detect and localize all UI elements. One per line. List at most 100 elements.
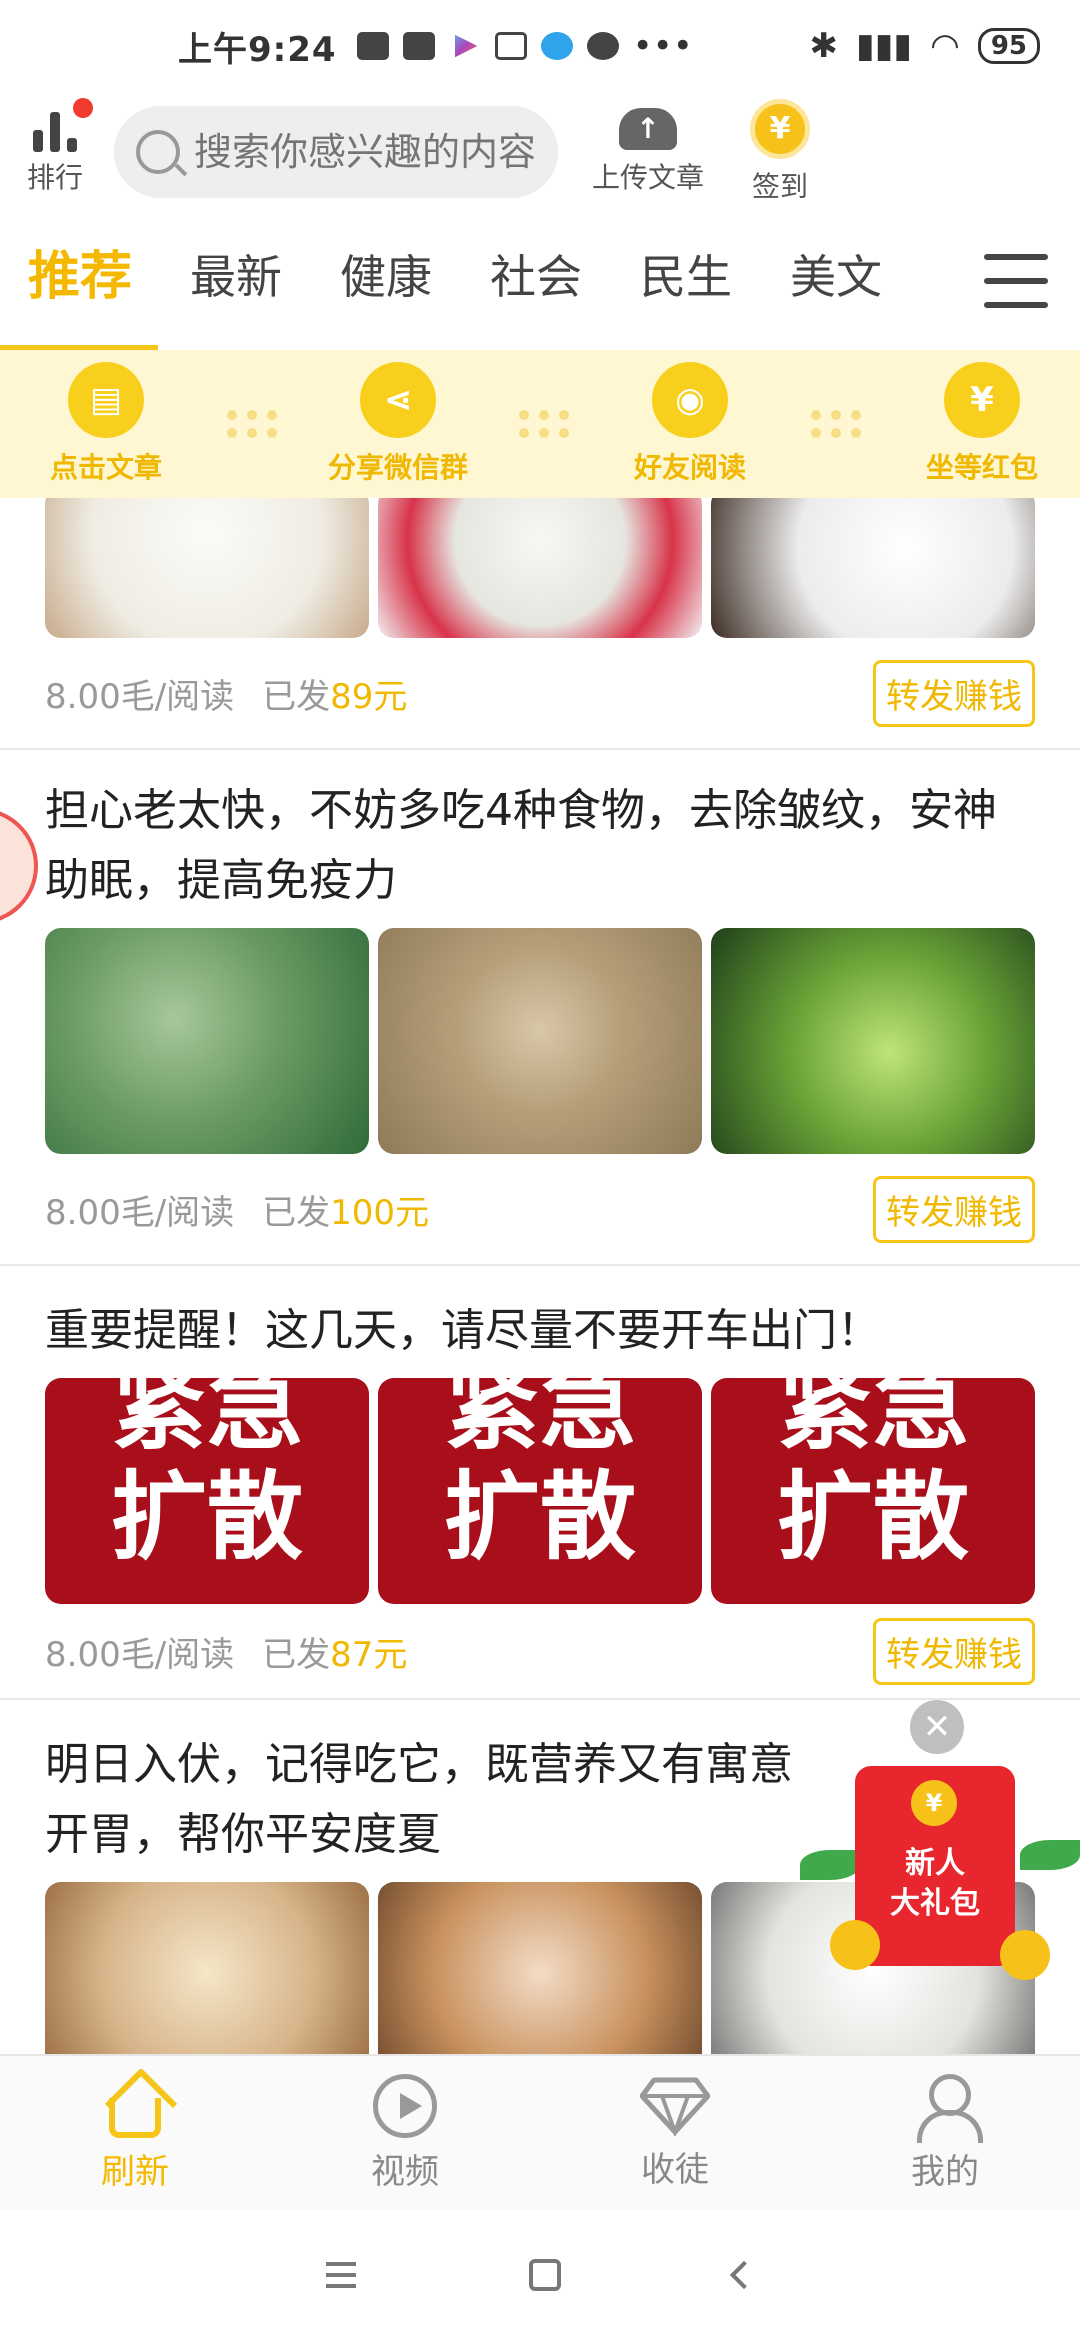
step-label: 分享微信群 xyxy=(328,451,469,484)
article-image xyxy=(378,928,702,1154)
upload-article-button[interactable]: 上传文章 xyxy=(570,108,726,196)
search-input[interactable] xyxy=(194,130,534,174)
signin-label: 签到 xyxy=(751,170,808,203)
article-image xyxy=(711,498,1035,638)
step-label: 好友阅读 xyxy=(633,451,746,484)
app-notification-icon xyxy=(540,32,573,60)
article-image xyxy=(378,498,702,638)
nav-refresh[interactable]: 刷新 xyxy=(35,2068,235,2193)
read-rate: 8.00毛/阅读 xyxy=(45,1634,235,1675)
dots-separator xyxy=(514,410,574,438)
nav-mine[interactable]: 我的 xyxy=(845,2073,1045,2193)
gift-line1: 新人 xyxy=(905,1846,965,1881)
share-earn-button[interactable]: 转发赚钱 xyxy=(873,1175,1035,1243)
play-store-icon xyxy=(454,34,478,58)
sent-total: 已发100元 xyxy=(262,1192,430,1233)
bluetooth-icon: ✱ xyxy=(809,26,839,66)
read-rate: 8.00毛/阅读 xyxy=(45,1192,235,1233)
article-image xyxy=(45,1882,369,2054)
step-click-article: ▤ 点击文章 xyxy=(36,362,176,486)
article-images xyxy=(45,498,1035,638)
sent-amount: 89元 xyxy=(330,676,408,717)
recent-apps-icon[interactable] xyxy=(326,2262,357,2288)
signin-button[interactable]: ¥ 签到 xyxy=(740,99,820,205)
article-image xyxy=(711,928,1035,1154)
nav-label: 刷新 xyxy=(101,2151,169,2192)
gold-coin-icon xyxy=(1000,1930,1050,1980)
system-navigation-bar xyxy=(0,2210,1080,2340)
article-image xyxy=(45,928,369,1154)
close-icon[interactable]: ✕ xyxy=(910,1700,964,1754)
article-image xyxy=(378,1882,702,2054)
rank-label: 排行 xyxy=(26,161,83,194)
coin-icon: ¥ xyxy=(750,99,810,159)
article-title[interactable]: 重要提醒！这几天，请尽量不要开车出门！ xyxy=(45,1266,1035,1366)
article-image xyxy=(45,498,369,638)
search-icon xyxy=(136,130,180,174)
diamond-icon xyxy=(639,2076,711,2138)
dots-separator xyxy=(806,410,866,438)
step-red-envelope: ¥ 坐等红包 xyxy=(912,362,1052,486)
eye-icon: ◉ xyxy=(652,362,728,438)
app-header: 排行 上传文章 ¥ 签到 xyxy=(0,92,1080,212)
nav-label: 我的 xyxy=(911,2151,979,2192)
step-friends-read: ◉ 好友阅读 xyxy=(620,362,760,486)
article-title[interactable]: 担心老太快，不妨多吃4种食物，去除皱纹，安神助眠，提高免疫力 xyxy=(45,750,1035,916)
tab-latest[interactable]: 最新 xyxy=(190,212,282,350)
article-image: 紧急 扩散 xyxy=(45,1378,369,1604)
home-button-icon[interactable] xyxy=(528,2259,561,2291)
rank-button[interactable]: 排行 xyxy=(22,98,93,196)
article-meta: 8.00毛/阅读 已发89元 转发赚钱 xyxy=(45,638,1035,748)
play-icon xyxy=(373,2073,437,2138)
sent-amount: 100元 xyxy=(330,1192,430,1233)
article-title[interactable]: 明日入伏，记得吃它，既营养又有寓意开胃，帮你平安度夏 xyxy=(45,1700,825,1870)
category-tabs: 推荐 最新 健康 社会 民生 美文 xyxy=(0,212,1080,350)
notification-dot xyxy=(73,98,93,118)
more-notifications-icon: ••• xyxy=(632,26,693,66)
article-card[interactable]: 8.00毛/阅读 已发89元 转发赚钱 xyxy=(0,498,1080,750)
read-rate: 8.00毛/阅读 xyxy=(45,676,235,717)
wifi-icon: ◠ xyxy=(930,26,960,66)
bottom-navigation: 刷新 视频 收徒 我的 xyxy=(0,2054,1080,2210)
sent-total: 已发87元 xyxy=(262,1634,408,1675)
article-card[interactable]: 担心老太快，不妨多吃4种食物，去除皱纹，安神助眠，提高免疫力 8.00毛/阅读 … xyxy=(0,750,1080,1266)
share-earn-button[interactable]: 转发赚钱 xyxy=(873,659,1035,727)
article-meta: 8.00毛/阅读 已发100元 转发赚钱 xyxy=(45,1154,1035,1264)
user-icon xyxy=(913,2073,983,2143)
tab-health[interactable]: 健康 xyxy=(340,212,432,350)
red-envelope-icon: ¥ xyxy=(944,362,1020,438)
new-user-gift-widget[interactable]: ✕ ¥ 新人 大礼包 xyxy=(800,1700,1080,2010)
home-icon xyxy=(105,2068,177,2138)
share-earn-button[interactable]: 转发赚钱 xyxy=(873,1617,1035,1685)
earning-steps-banner: ▤ 点击文章 ⋖ 分享微信群 ◉ 好友阅读 ¥ 坐等红包 xyxy=(0,350,1080,498)
status-time: 上午9:24 xyxy=(178,29,337,70)
message-icon xyxy=(356,32,389,60)
battery-icon: 95 xyxy=(977,28,1040,64)
bar-chart-icon xyxy=(31,98,93,152)
back-icon[interactable] xyxy=(729,2260,758,2290)
tab-essays[interactable]: 美文 xyxy=(790,212,882,350)
red-envelope-icon: ¥ 新人 大礼包 xyxy=(855,1766,1015,1966)
nav-video[interactable]: 视频 xyxy=(305,2073,505,2193)
tab-society[interactable]: 社会 xyxy=(490,212,582,350)
nav-label: 收徒 xyxy=(641,2149,709,2190)
menu-icon[interactable] xyxy=(984,254,1048,308)
tab-recommend[interactable]: 推荐 xyxy=(0,212,159,350)
search-bar[interactable] xyxy=(114,106,558,198)
article-meta: 8.00毛/阅读 已发87元 转发赚钱 xyxy=(45,1604,1035,1698)
leaf-decoration xyxy=(1020,1840,1080,1870)
article-image: 紧急 扩散 xyxy=(711,1378,1035,1604)
signal-icon: ▮▮▮ xyxy=(856,26,913,66)
article-card[interactable]: 重要提醒！这几天，请尽量不要开车出门！ 紧急 扩散 紧急 扩散 紧急 扩散 8.00毛… xyxy=(0,1266,1080,1700)
tab-livelihood[interactable]: 民生 xyxy=(640,212,732,350)
gold-coin-icon xyxy=(830,1920,880,1970)
article-image: 紧急 扩散 xyxy=(378,1378,702,1604)
check-icon xyxy=(586,32,619,60)
message-icon xyxy=(402,32,435,60)
gift-line2: 大礼包 xyxy=(890,1886,980,1921)
step-label: 点击文章 xyxy=(49,451,162,484)
nav-apprentice[interactable]: 收徒 xyxy=(575,2076,775,2191)
coin-icon: ¥ xyxy=(911,1780,957,1826)
leaf-decoration xyxy=(800,1850,860,1880)
upload-label: 上传文章 xyxy=(591,161,704,194)
